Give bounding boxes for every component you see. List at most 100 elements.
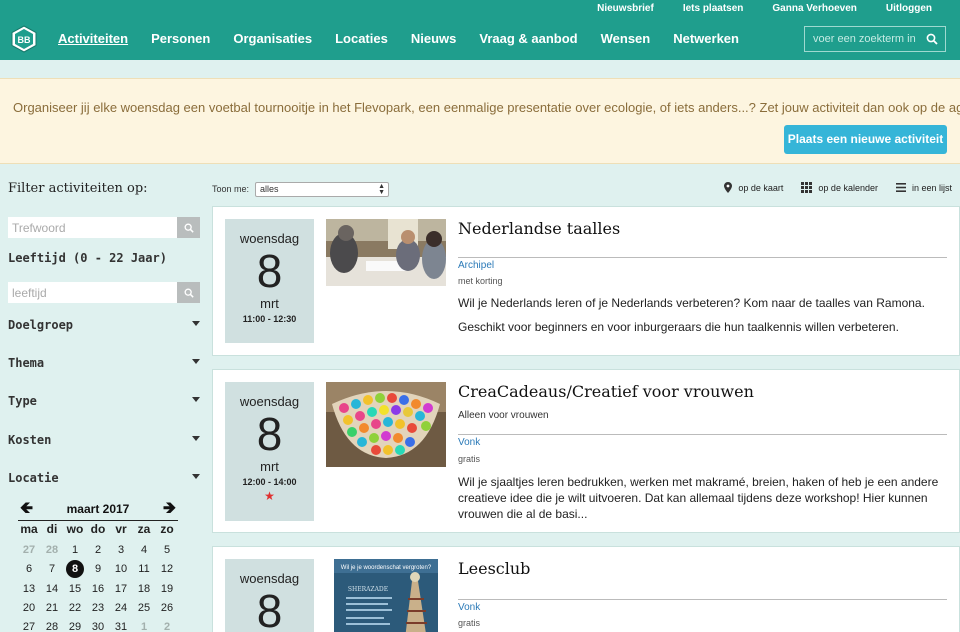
calendar-grid: ma di wo do vr za zo 27 28 1 2 3 4 5 6 7 8 9 10 11 12 13 14 15 1… xyxy=(18,520,178,632)
view-map-link[interactable]: op de kaart xyxy=(724,182,783,193)
calendar-day[interactable]: 24 xyxy=(110,602,132,614)
calendar-day[interactable]: 7 xyxy=(41,563,63,575)
calendar-day[interactable]: 14 xyxy=(41,583,63,595)
filter-kosten[interactable]: Kosten xyxy=(8,431,200,447)
nav-item-wensen[interactable]: Wensen xyxy=(601,18,651,60)
calendar-day[interactable]: 10 xyxy=(110,563,132,575)
logout-link[interactable]: Uitloggen xyxy=(872,0,960,18)
view-list-label: in een lijst xyxy=(911,182,952,193)
divider xyxy=(458,599,947,600)
activity-subtitle: Alleen voor vrouwen xyxy=(458,410,549,421)
calendar-day[interactable]: 25 xyxy=(133,602,155,614)
user-profile-link[interactable]: Ganna Verhoeven xyxy=(758,0,871,18)
keyword-input[interactable] xyxy=(8,217,177,238)
calendar-day[interactable]: 22 xyxy=(64,602,86,614)
show-me-select[interactable]: alles ▲ ▼ xyxy=(255,182,389,197)
calendar-day[interactable]: 3 xyxy=(110,544,132,556)
calendar-day[interactable]: 16 xyxy=(87,583,109,595)
calendar-weekday-header: vr xyxy=(115,522,127,536)
calendar-day[interactable]: 30 xyxy=(87,621,109,632)
newsletter-link[interactable]: Nieuwsbrief xyxy=(583,0,669,18)
calendar-day[interactable]: 9 xyxy=(87,563,109,575)
activity-title[interactable]: Leesclub xyxy=(458,559,530,578)
activity-thumbnail[interactable] xyxy=(326,219,446,286)
activity-thumbnail[interactable] xyxy=(326,382,446,467)
divider xyxy=(458,434,947,435)
age-label: Leeftijd (0 - 22 Jaar) xyxy=(8,251,167,265)
next-month-arrow-icon[interactable]: 🡺 xyxy=(163,500,176,518)
search-icon[interactable] xyxy=(177,282,200,303)
activity-card[interactable]: woensdag 8 mrt 11:00 - 12:30 Nederlandse… xyxy=(212,206,960,356)
organizer-link[interactable]: Vonk xyxy=(458,437,480,448)
utility-links: Nieuwsbrief Iets plaatsen Ganna Verhoeve… xyxy=(583,0,960,18)
calendar-day[interactable]: 28 xyxy=(41,544,63,556)
activity-card[interactable]: woensdag 8 Wil je je woordenschat vergro… xyxy=(212,546,960,632)
poster-title-text: SHERAZADE xyxy=(348,586,388,593)
filter-locatie[interactable]: Locatie xyxy=(8,469,200,485)
calendar-day[interactable]: 11 xyxy=(133,563,155,575)
divider xyxy=(458,257,947,258)
calendar-day[interactable]: 1 xyxy=(64,544,86,556)
activity-thumbnail[interactable]: Wil je je woordenschat vergroten? SHERAZ… xyxy=(334,559,438,632)
calendar-day[interactable]: 2 xyxy=(87,544,109,556)
site-search-input[interactable] xyxy=(805,27,919,51)
search-icon[interactable] xyxy=(177,217,200,238)
calendar-day[interactable]: 31 xyxy=(110,621,132,632)
view-list-link[interactable]: in een lijst xyxy=(895,182,952,193)
calendar-month-title: maart 2017 xyxy=(66,502,130,516)
site-logo[interactable]: BB xyxy=(11,25,37,53)
promo-text: Organiseer jij elke woensdag een voetbal… xyxy=(13,100,960,115)
calendar-day[interactable]: 27 xyxy=(18,544,40,556)
nav-item-netwerken[interactable]: Netwerken xyxy=(673,18,739,60)
organizer-link[interactable]: Vonk xyxy=(458,602,480,613)
activity-title[interactable]: Nederlandse taalles xyxy=(458,219,620,238)
nav-item-nieuws[interactable]: Nieuws xyxy=(411,18,457,60)
view-calendar-link[interactable]: op de kalender xyxy=(801,182,878,193)
nav-item-vraag-aanbod[interactable]: Vraag & aanbod xyxy=(479,18,577,60)
nav-item-locaties[interactable]: Locaties xyxy=(335,18,388,60)
date-day: 8 xyxy=(256,245,283,297)
calendar-day[interactable]: 27 xyxy=(18,621,40,632)
calendar-day[interactable]: 13 xyxy=(18,583,40,595)
nav-item-personen[interactable]: Personen xyxy=(151,18,210,60)
view-switcher: op de kaart op de kalender in een lijst xyxy=(706,182,952,193)
filter-type[interactable]: Type xyxy=(8,392,200,408)
calendar-day[interactable]: 2 xyxy=(156,621,178,632)
date-box: woensdag 8 xyxy=(225,559,314,632)
new-activity-button[interactable]: Plaats een nieuwe activiteit xyxy=(784,125,947,154)
map-pin-icon xyxy=(724,182,733,193)
calendar-day[interactable]: 17 xyxy=(110,583,132,595)
date-weekday: woensdag xyxy=(239,231,300,246)
calendar-day[interactable]: 23 xyxy=(87,602,109,614)
calendar-day[interactable]: 12 xyxy=(156,563,178,575)
calendar-day[interactable]: 18 xyxy=(133,583,155,595)
calendar-day-today[interactable]: 8 xyxy=(64,560,86,578)
date-day: 8 xyxy=(256,408,283,460)
filter-kosten-label: Kosten xyxy=(8,433,52,447)
calendar-day[interactable]: 1 xyxy=(133,621,155,632)
calendar-day[interactable]: 4 xyxy=(133,544,155,556)
calendar-day[interactable]: 5 xyxy=(156,544,178,556)
filter-doelgroep[interactable]: Doelgroep xyxy=(8,316,200,332)
activity-card[interactable]: woensdag 8 mrt 12:00 - 14:00 ★ CreaCadea… xyxy=(212,369,960,533)
calendar-day[interactable]: 19 xyxy=(156,583,178,595)
calendar-weekday-header: wo xyxy=(66,522,84,536)
calendar-day[interactable]: 26 xyxy=(156,602,178,614)
nav-item-organisaties[interactable]: Organisaties xyxy=(233,18,312,60)
search-icon[interactable] xyxy=(919,27,945,51)
filter-thema[interactable]: Thema xyxy=(8,354,200,370)
calendar-day[interactable]: 15 xyxy=(64,583,86,595)
activity-title[interactable]: CreaCadeaus/Creatief voor vrouwen xyxy=(458,382,754,401)
post-something-link[interactable]: Iets plaatsen xyxy=(669,0,759,18)
main-nav: BB Activiteiten Personen Organisaties Lo… xyxy=(0,18,960,60)
age-input[interactable] xyxy=(8,282,177,303)
calendar-day[interactable]: 20 xyxy=(18,602,40,614)
calendar-day[interactable]: 29 xyxy=(64,621,86,632)
calendar-day[interactable]: 6 xyxy=(18,563,40,575)
organizer-link[interactable]: Archipel xyxy=(458,260,494,271)
nav-item-activiteiten[interactable]: Activiteiten xyxy=(58,18,128,60)
activity-description-2: Geschikt voor beginners en voor inburger… xyxy=(458,320,899,334)
date-time: 11:00 - 12:30 xyxy=(242,314,297,324)
calendar-day[interactable]: 21 xyxy=(41,602,63,614)
calendar-day[interactable]: 28 xyxy=(41,621,63,632)
